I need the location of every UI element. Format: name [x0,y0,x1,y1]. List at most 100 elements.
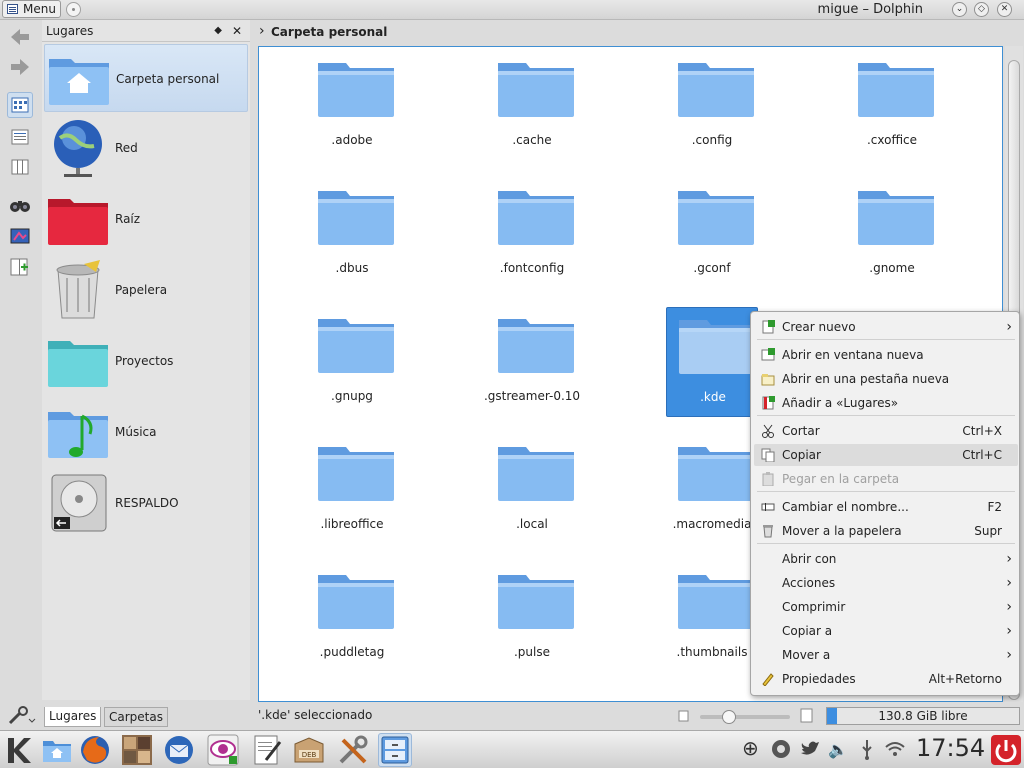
menu-item-copiar-a[interactable]: Copiar a › [754,620,1018,642]
menu-item-abrir-en-ventana-nueva[interactable]: Abrir en ventana nueva [754,344,1018,366]
menu-item-copiar[interactable]: Copiar Ctrl+C [754,444,1018,466]
zoom-slider-handle[interactable] [722,710,736,724]
back-arrow-icon [11,29,29,45]
file-item[interactable]: .macromedia [666,435,758,545]
submenu-arrow-icon: › [1006,551,1012,567]
pin-button[interactable] [66,2,81,17]
menu-item-label: Cortar [782,424,820,438]
tab-lugares[interactable]: Lugares [44,707,102,727]
place-music[interactable]: Música [44,398,248,466]
place-home[interactable]: Carpeta personal [44,44,248,112]
menu-item-anadir-a-lugares[interactable]: Añadir a «Lugares» [754,392,1018,414]
preview-button[interactable] [7,223,33,249]
maximize-button[interactable]: ◇ [974,2,989,17]
menu-item-comprimir[interactable]: Comprimir › [754,596,1018,618]
menu-item-cortar[interactable]: Cortar Ctrl+X [754,420,1018,442]
float-panel-icon[interactable]: ◆ [214,20,222,42]
menu-item-abrir-en-una-pestana-nueva[interactable]: Abrir en una pestaña nueva [754,368,1018,390]
file-item[interactable]: .gstreamer-0.10 [484,307,580,417]
file-name: .gstreamer-0.10 [483,389,581,403]
wifi-icon[interactable] [884,740,906,758]
icons-view-button[interactable] [7,92,33,118]
system-settings-launcher[interactable] [336,733,370,767]
folder-icon [318,319,394,373]
menu-item-cambiar-el-nombre[interactable]: Cambiar el nombre... F2 [754,496,1018,518]
place-root[interactable]: Raíz [44,185,248,253]
minimize-button[interactable]: ⌄ [952,2,967,17]
menu-item-mover-a[interactable]: Mover a › [754,644,1018,666]
package-installer-launcher[interactable]: DEB [292,733,326,767]
trash-small-icon [763,525,773,538]
app-menu-button[interactable]: Menu [2,0,61,18]
split-view-button[interactable] [7,254,33,280]
file-item[interactable]: .gconf [666,179,758,289]
kde-connect-icon[interactable] [770,738,792,760]
menu-item-label: Pegar en la carpeta [782,472,900,486]
file-item[interactable]: .libreoffice [306,435,398,545]
file-name: .pulse [513,645,550,659]
close-panel-icon[interactable]: ✕ [232,20,242,42]
file-item[interactable]: .fontconfig [486,179,578,289]
file-item[interactable]: .cxoffice [846,51,938,161]
breadcrumb-item[interactable]: Carpeta personal [271,25,387,39]
forward-button[interactable] [7,54,33,80]
place-trash[interactable]: Papelera [44,256,248,324]
file-manager-taskbar-button[interactable] [378,733,412,767]
add-widget-icon[interactable]: ⊕ [742,736,759,760]
text-editor-launcher[interactable] [250,733,284,767]
free-space-fill [827,708,837,724]
photo-app-launcher[interactable] [120,733,154,767]
clock[interactable]: 17:54 [916,734,985,762]
menu-item-label: Mover a [782,648,831,662]
zoom-slider[interactable] [700,710,790,724]
file-item[interactable]: .pulse [486,563,578,673]
close-window-button[interactable]: ✕ [997,2,1012,17]
place-network[interactable]: Red [44,114,248,182]
panel-splitter[interactable] [251,20,257,700]
twitter-icon[interactable] [800,739,820,757]
columns-view-button[interactable] [7,154,33,180]
menu-item-crear-nuevo[interactable]: Crear nuevo › [754,316,1018,338]
zoom-in-icon[interactable] [800,708,814,723]
eye-app-launcher[interactable] [206,733,240,767]
thunderbird-launcher[interactable] [162,733,196,767]
file-item-partial[interactable] [666,691,758,701]
file-item[interactable]: .gnupg [306,307,398,417]
folder-icon [318,191,394,245]
menu-item-acciones[interactable]: Acciones › [754,572,1018,594]
dolphin-taskbar-button[interactable] [40,733,74,767]
file-item[interactable]: .gnome [846,179,938,289]
file-item[interactable]: .local [486,435,578,545]
file-item[interactable]: .adobe [306,51,398,161]
file-item[interactable]: .cache [486,51,578,161]
details-view-button[interactable] [7,124,33,150]
context-menu: Crear nuevo › Abrir en ventana nueva Abrir … [750,311,1020,696]
file-item[interactable]: .puddletag [306,563,398,673]
place-proyectos[interactable]: Proyectos [44,327,248,395]
volume-icon[interactable]: 🔈 [828,740,848,759]
submenu-arrow-icon: › [1006,623,1012,639]
file-item-partial[interactable] [306,691,398,701]
tab-carpetas[interactable]: Carpetas [104,707,168,727]
find-button[interactable] [7,192,33,218]
status-bar: Lugares Carpetas '.kde' seleccionado 130… [0,702,1024,730]
file-item[interactable]: .dbus [306,179,398,289]
kde-logo-icon [8,738,31,763]
file-item[interactable]: .thumbnails [666,563,758,673]
menu-item-mover-a-la-papelera[interactable]: Mover a la papelera Supr [754,520,1018,542]
zoom-out-icon[interactable] [678,710,690,722]
columns-view-icon [11,159,29,175]
firefox-launcher[interactable] [78,733,112,767]
file-item[interactable]: .kde [666,307,758,417]
menu-item-abrir-con[interactable]: Abrir con › [754,548,1018,570]
shutdown-icon[interactable] [990,734,1022,766]
breadcrumb[interactable]: Carpeta personal [257,19,1024,44]
kde-launcher[interactable] [2,733,36,767]
back-button[interactable] [7,24,33,50]
configure-icon[interactable] [6,705,36,727]
usb-device-icon[interactable] [860,739,874,761]
file-item-partial[interactable] [486,691,578,701]
file-item[interactable]: .config [666,51,758,161]
place-respaldo[interactable]: RESPALDO [44,469,248,537]
menu-item-propiedades[interactable]: Propiedades Alt+Retorno [754,668,1018,690]
